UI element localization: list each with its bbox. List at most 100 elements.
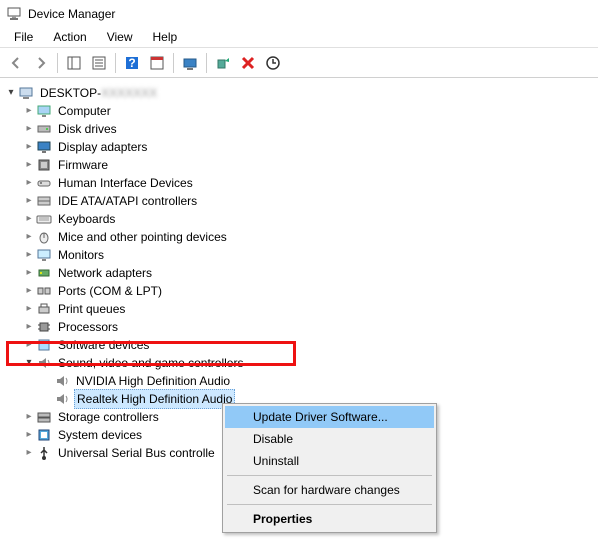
- chevron-right-icon[interactable]: [22, 426, 36, 444]
- tree-root[interactable]: DESKTOP-XXXXXXX: [4, 84, 598, 102]
- tree-item[interactable]: Firmware: [4, 156, 598, 174]
- device-category-icon: [36, 121, 52, 137]
- chevron-right-icon[interactable]: [22, 138, 36, 156]
- tree-item[interactable]: Network adapters: [4, 264, 598, 282]
- tree-item-label: Mice and other pointing devices: [56, 228, 229, 246]
- ctx-separator: [227, 504, 432, 505]
- tree-item[interactable]: Print queues: [4, 300, 598, 318]
- chevron-right-icon[interactable]: [22, 264, 36, 282]
- ctx-uninstall[interactable]: Uninstall: [225, 450, 434, 472]
- chevron-right-icon[interactable]: [22, 210, 36, 228]
- ctx-update-driver[interactable]: Update Driver Software...: [225, 406, 434, 428]
- tree-item[interactable]: Keyboards: [4, 210, 598, 228]
- tree-item[interactable]: Disk drives: [4, 120, 598, 138]
- help-button[interactable]: ?: [120, 51, 144, 75]
- tree-item[interactable]: Software devices: [4, 336, 598, 354]
- tree-item[interactable]: Computer: [4, 102, 598, 120]
- enable-button[interactable]: [211, 51, 235, 75]
- menu-view[interactable]: View: [97, 28, 143, 47]
- device-category-icon: [36, 193, 52, 209]
- show-hide-tree-button[interactable]: [62, 51, 86, 75]
- tree-item-label: Print queues: [56, 300, 127, 318]
- tree-item[interactable]: Display adapters: [4, 138, 598, 156]
- device-category-icon: [36, 409, 52, 425]
- chevron-right-icon[interactable]: [22, 318, 36, 336]
- chevron-right-icon[interactable]: [22, 174, 36, 192]
- chevron-right-icon[interactable]: [22, 228, 36, 246]
- menu-file[interactable]: File: [4, 28, 43, 47]
- sound-icon: [54, 391, 70, 407]
- tree-item[interactable]: Human Interface Devices: [4, 174, 598, 192]
- toolbar: ?: [0, 48, 598, 78]
- tree-item-label: Human Interface Devices: [56, 174, 195, 192]
- device-category-icon: [36, 175, 52, 191]
- tree-item-label: Storage controllers: [56, 408, 161, 426]
- tree-child-label: Realtek High Definition Audio: [74, 389, 235, 409]
- chevron-right-icon[interactable]: [22, 192, 36, 210]
- ctx-separator: [227, 475, 432, 476]
- tree-item[interactable]: IDE ATA/ATAPI controllers: [4, 192, 598, 210]
- tree-item-label: Display adapters: [56, 138, 149, 156]
- device-category-icon: [36, 319, 52, 335]
- tree-item-label: Computer: [56, 102, 113, 120]
- tree-item[interactable]: Mice and other pointing devices: [4, 228, 598, 246]
- ctx-properties[interactable]: Properties: [225, 508, 434, 530]
- titlebar: Device Manager: [0, 0, 598, 28]
- chevron-right-icon[interactable]: [22, 120, 36, 138]
- ctx-scan-hardware[interactable]: Scan for hardware changes: [225, 479, 434, 501]
- separator: [57, 53, 58, 73]
- chevron-right-icon[interactable]: [22, 246, 36, 264]
- tree-item[interactable]: Sound, video and game controllers: [4, 354, 598, 372]
- properties-button[interactable]: [87, 51, 111, 75]
- pc-icon: [18, 85, 34, 101]
- device-category-icon: [36, 229, 52, 245]
- device-category-icon: [36, 157, 52, 173]
- separator: [115, 53, 116, 73]
- tree-item[interactable]: Monitors: [4, 246, 598, 264]
- device-category-icon: [36, 211, 52, 227]
- device-category-icon: [36, 445, 52, 461]
- update-driver-button[interactable]: [178, 51, 202, 75]
- chevron-right-icon[interactable]: [22, 102, 36, 120]
- tree-item-label: Network adapters: [56, 264, 154, 282]
- chevron-down-icon[interactable]: [4, 84, 18, 102]
- tree-item-label: Firmware: [56, 156, 110, 174]
- chevron-right-icon[interactable]: [22, 282, 36, 300]
- device-category-icon: [36, 301, 52, 317]
- tree-item-label: Processors: [56, 318, 120, 336]
- sound-icon: [54, 373, 70, 389]
- tree-item-label: Software devices: [56, 336, 151, 354]
- chevron-right-icon[interactable]: [22, 444, 36, 462]
- tree-item[interactable]: Ports (COM & LPT): [4, 282, 598, 300]
- chevron-down-icon[interactable]: [22, 354, 36, 372]
- chevron-right-icon[interactable]: [22, 156, 36, 174]
- device-category-icon: [36, 247, 52, 263]
- forward-button[interactable]: [29, 51, 53, 75]
- tree-item-label: Keyboards: [56, 210, 117, 228]
- tree-item[interactable]: Processors: [4, 318, 598, 336]
- chevron-right-icon[interactable]: [22, 300, 36, 318]
- menu-action[interactable]: Action: [43, 28, 96, 47]
- menu-help[interactable]: Help: [143, 28, 188, 47]
- ctx-disable[interactable]: Disable: [225, 428, 434, 450]
- tree-child-label: NVIDIA High Definition Audio: [74, 372, 232, 390]
- scan-hardware-button[interactable]: [261, 51, 285, 75]
- tree-root-label: DESKTOP-XXXXXXX: [38, 84, 159, 102]
- tree-item-label: Monitors: [56, 246, 106, 264]
- device-category-icon: [36, 337, 52, 353]
- action-button[interactable]: [145, 51, 169, 75]
- chevron-right-icon[interactable]: [22, 336, 36, 354]
- svg-text:?: ?: [128, 56, 135, 70]
- device-category-icon: [36, 283, 52, 299]
- tree-item-label: Ports (COM & LPT): [56, 282, 164, 300]
- tree-item-label: Sound, video and game controllers: [56, 354, 245, 372]
- separator: [173, 53, 174, 73]
- back-button[interactable]: [4, 51, 28, 75]
- uninstall-button[interactable]: [236, 51, 260, 75]
- tree-child[interactable]: NVIDIA High Definition Audio: [4, 372, 598, 390]
- device-category-icon: [36, 139, 52, 155]
- chevron-right-icon[interactable]: [22, 408, 36, 426]
- device-category-icon: [36, 103, 52, 119]
- app-icon: [6, 6, 22, 22]
- window-title: Device Manager: [28, 7, 115, 21]
